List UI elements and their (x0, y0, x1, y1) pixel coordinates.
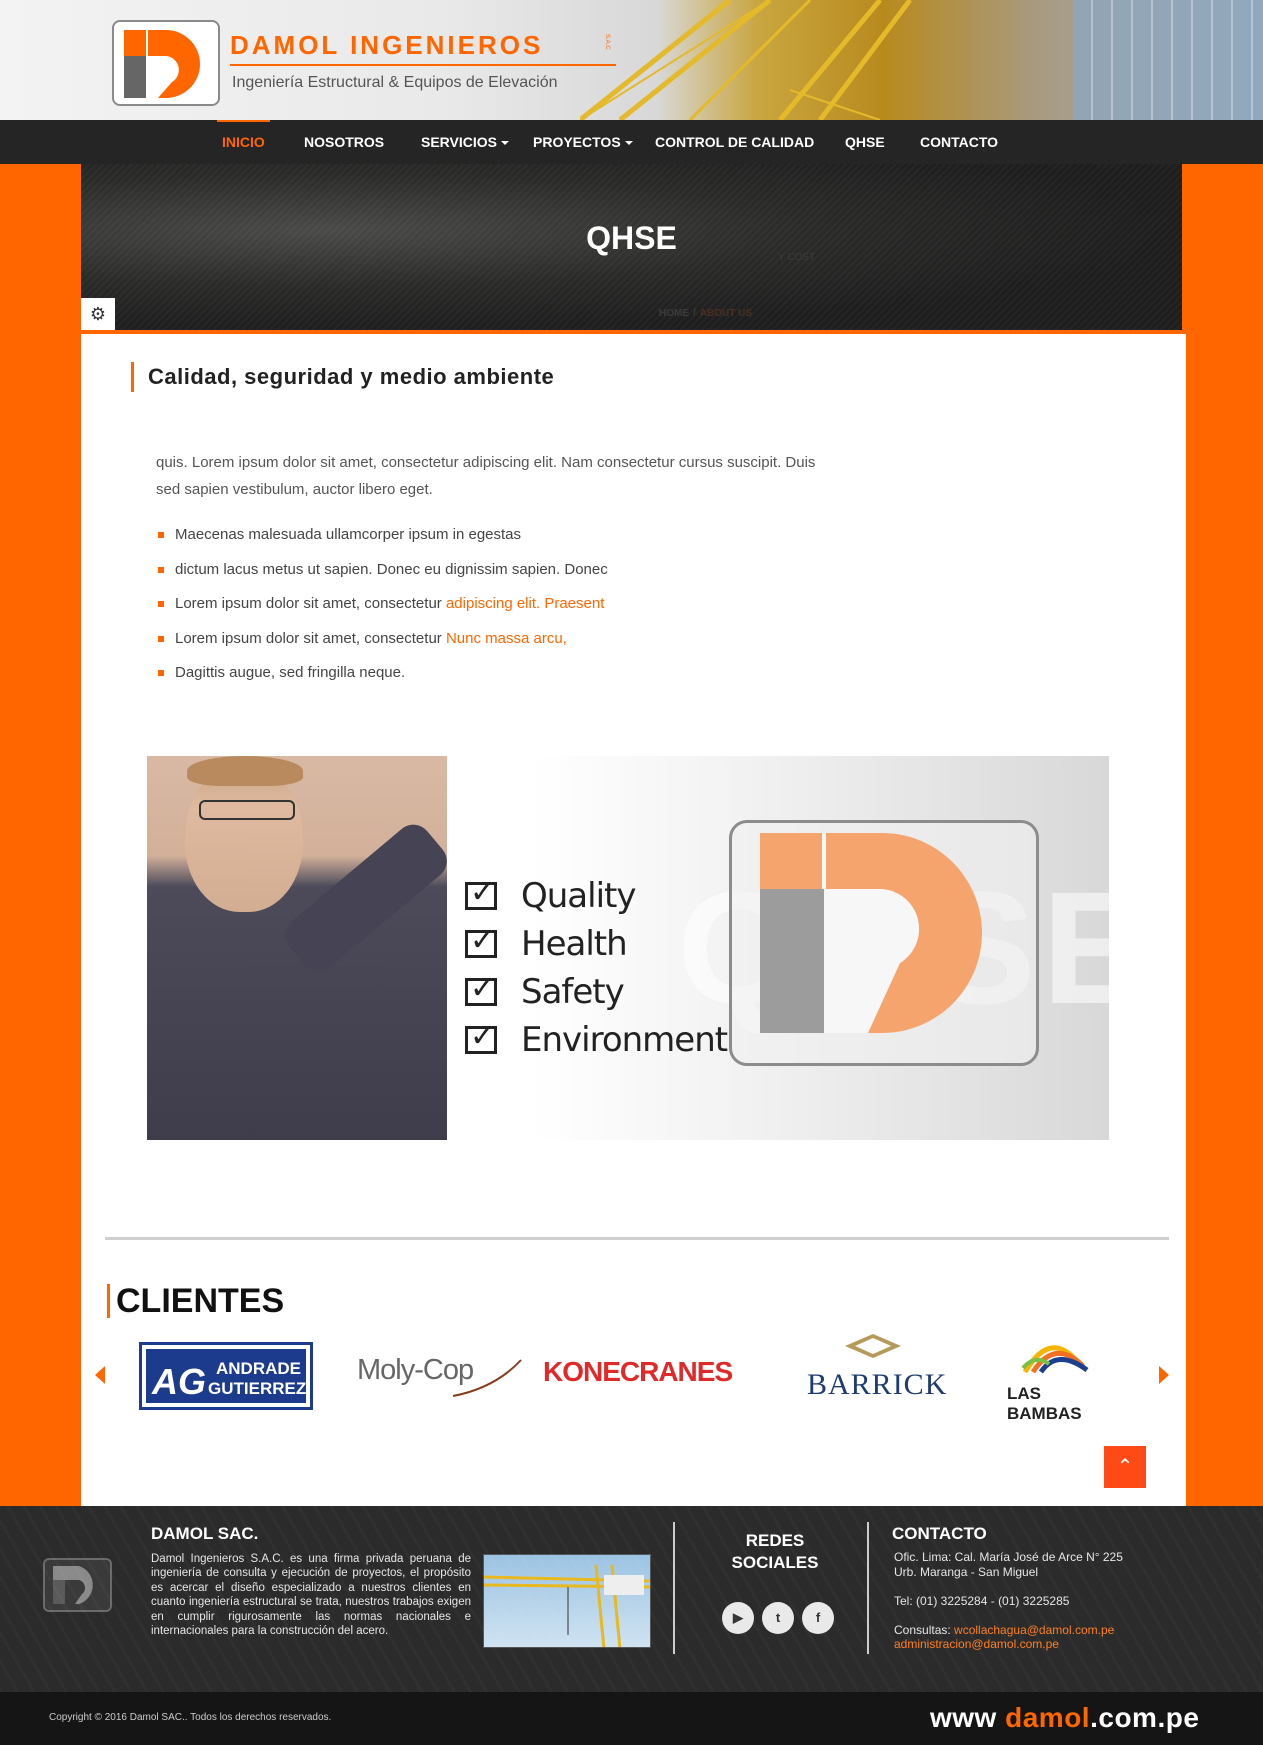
nav-item-servicios[interactable]: SERVICIOS (421, 120, 509, 164)
site-url[interactable]: www damol.com.pe (930, 1702, 1199, 1734)
client-logo-barrick[interactable]: BARRICK (807, 1332, 947, 1402)
footer-logo[interactable] (43, 1558, 112, 1612)
chevron-left-icon[interactable] (95, 1366, 105, 1384)
brand-suffix: S.A.C (604, 34, 610, 50)
breadcrumb: HOME / ABOUT US (659, 308, 752, 319)
ag-logo-panel: AG ANDRADE GUTIERREZ (146, 1349, 306, 1403)
ag-line2: GUTIERREZ (208, 1379, 307, 1398)
client-logo-andrade-gutierrez[interactable]: AG ANDRADE GUTIERREZ (139, 1342, 313, 1410)
footer-contact-title: CONTACTO (892, 1524, 987, 1543)
gear-icon: ⚙ (89, 304, 107, 324)
twitter-icon[interactable]: t (762, 1602, 794, 1634)
brand-name: DAMOL INGENIEROS (230, 30, 544, 60)
brand-tagline: Ingeniería Estructural & Equipos de Elev… (232, 74, 558, 91)
caret-down-icon (501, 141, 509, 146)
clients-title: CLIENTES (107, 1284, 284, 1318)
page-banner: QHSE Y COST HOME / ABOUT US (81, 164, 1182, 330)
site-header: DAMOL INGENIEROS S.A.C Ingeniería Estruc… (0, 0, 1263, 120)
youtube-icon[interactable]: ▶ (722, 1602, 754, 1634)
ag-line1: ANDRADE (216, 1359, 301, 1378)
email-link-2[interactable]: administracion@damol.com.pe (894, 1637, 1059, 1651)
barrick-wordmark: BARRICK (807, 1368, 948, 1401)
damol-logo-mark (124, 30, 200, 98)
url-brand: damol (1005, 1702, 1091, 1733)
nav-label: SERVICIOS (421, 134, 497, 150)
footer-divider (673, 1522, 675, 1654)
building-glass-image (1073, 0, 1263, 120)
footer-social-title: REDES SOCIALES (700, 1530, 850, 1574)
social-title-line: REDES (745, 1531, 805, 1550)
nav-item-control-de-calidad[interactable]: CONTROL DE CALIDAD (655, 120, 814, 164)
nav-item-qhse[interactable]: QHSE (845, 120, 885, 164)
nav-label: PROYECTOS (533, 134, 621, 150)
crane-image (484, 1564, 650, 1647)
las-bambas-arcs-icon (1021, 1345, 1089, 1374)
url-suffix: .com.pe (1090, 1702, 1200, 1733)
nav-label: INICIO (222, 134, 265, 150)
barrick-mark-icon (845, 1334, 901, 1358)
crane-background-image (580, 0, 912, 120)
facebook-icon[interactable]: f (802, 1602, 834, 1634)
brand-underline (230, 64, 616, 66)
footer-divider (867, 1522, 869, 1654)
footer-about-text: Damol Ingenieros S.A.C. es una firma pri… (151, 1553, 471, 1638)
client-logo-konecranes[interactable]: KONECRANES (543, 1356, 753, 1426)
consult-label: Consultas: (894, 1623, 955, 1637)
footer-crane-photo (483, 1554, 651, 1648)
footer-email-2: administracion@damol.com.pe (894, 1637, 1059, 1651)
breadcrumb-separator: / (693, 308, 696, 319)
chevron-right-icon[interactable] (1159, 1366, 1169, 1384)
swoosh-icon (452, 1359, 522, 1397)
footer-about-title: DAMOL SAC. (151, 1524, 259, 1543)
footer-address-2: Urb. Maranga - San Miguel (894, 1565, 1039, 1579)
scroll-to-top-button[interactable]: ⌃ (1104, 1446, 1146, 1488)
client-logo-moly-cop[interactable]: Moly-Cop (357, 1354, 522, 1424)
main-navigation: INICIO NOSOTROS SERVICIOS PROYECTOS CONT… (0, 120, 1263, 164)
footer-phone: Tel: (01) 3225284 - (01) 3225285 (894, 1594, 1070, 1608)
url-prefix: www (930, 1702, 1006, 1733)
footer-consult: Consultas: wcollachagua@damol.com.pe (894, 1623, 1114, 1637)
nav-item-nosotros[interactable]: NOSOTROS (304, 120, 384, 164)
banner-ghost-text: Y COST (778, 252, 816, 263)
caret-down-icon (624, 141, 633, 146)
copyright-bar: Copyright © 2016 Damol SAC.. Todos los d… (0, 1692, 1263, 1745)
nav-label: CONTROL DE CALIDAD (655, 134, 815, 150)
breadcrumb-home[interactable]: HOME (659, 308, 689, 319)
page-title: QHSE (586, 220, 677, 256)
clients-section: CLIENTES AG ANDRADE GUTIERREZ Moly-Cop K… (81, 334, 1186, 1506)
social-title-line: SOCIALES (731, 1553, 819, 1572)
settings-button[interactable]: ⚙ (81, 298, 115, 330)
brand-logo[interactable] (112, 20, 220, 106)
nav-label: QHSE (845, 134, 885, 150)
ag-mark: AG (152, 1361, 206, 1402)
footer-address-1: Ofic. Lima: Cal. María José de Arce N° 2… (894, 1550, 1123, 1564)
site-footer: DAMOL SAC. Damol Ingenieros S.A.C. es un… (0, 1506, 1263, 1692)
konecranes-wordmark: KONECRANES (543, 1356, 733, 1387)
chevron-up-icon: ⌃ (1116, 1456, 1134, 1478)
nav-label: NOSOTROS (304, 134, 385, 150)
nav-item-proyectos[interactable]: PROYECTOS (533, 120, 633, 164)
copyright-text: Copyright © 2016 Damol SAC.. Todos los d… (49, 1712, 332, 1723)
breadcrumb-current: ABOUT US (699, 308, 753, 319)
damol-logo-mark (53, 1566, 93, 1604)
nav-label: CONTACTO (920, 134, 999, 150)
las-bambas-wordmark: LAS BAMBAS (1007, 1384, 1082, 1423)
nav-item-inicio[interactable]: INICIO (217, 120, 270, 164)
nav-item-contacto[interactable]: CONTACTO (920, 120, 998, 164)
email-link-1[interactable]: wcollachagua@damol.com.pe (954, 1623, 1114, 1637)
client-logo-las-bambas[interactable]: LAS BAMBAS (1005, 1334, 1115, 1423)
